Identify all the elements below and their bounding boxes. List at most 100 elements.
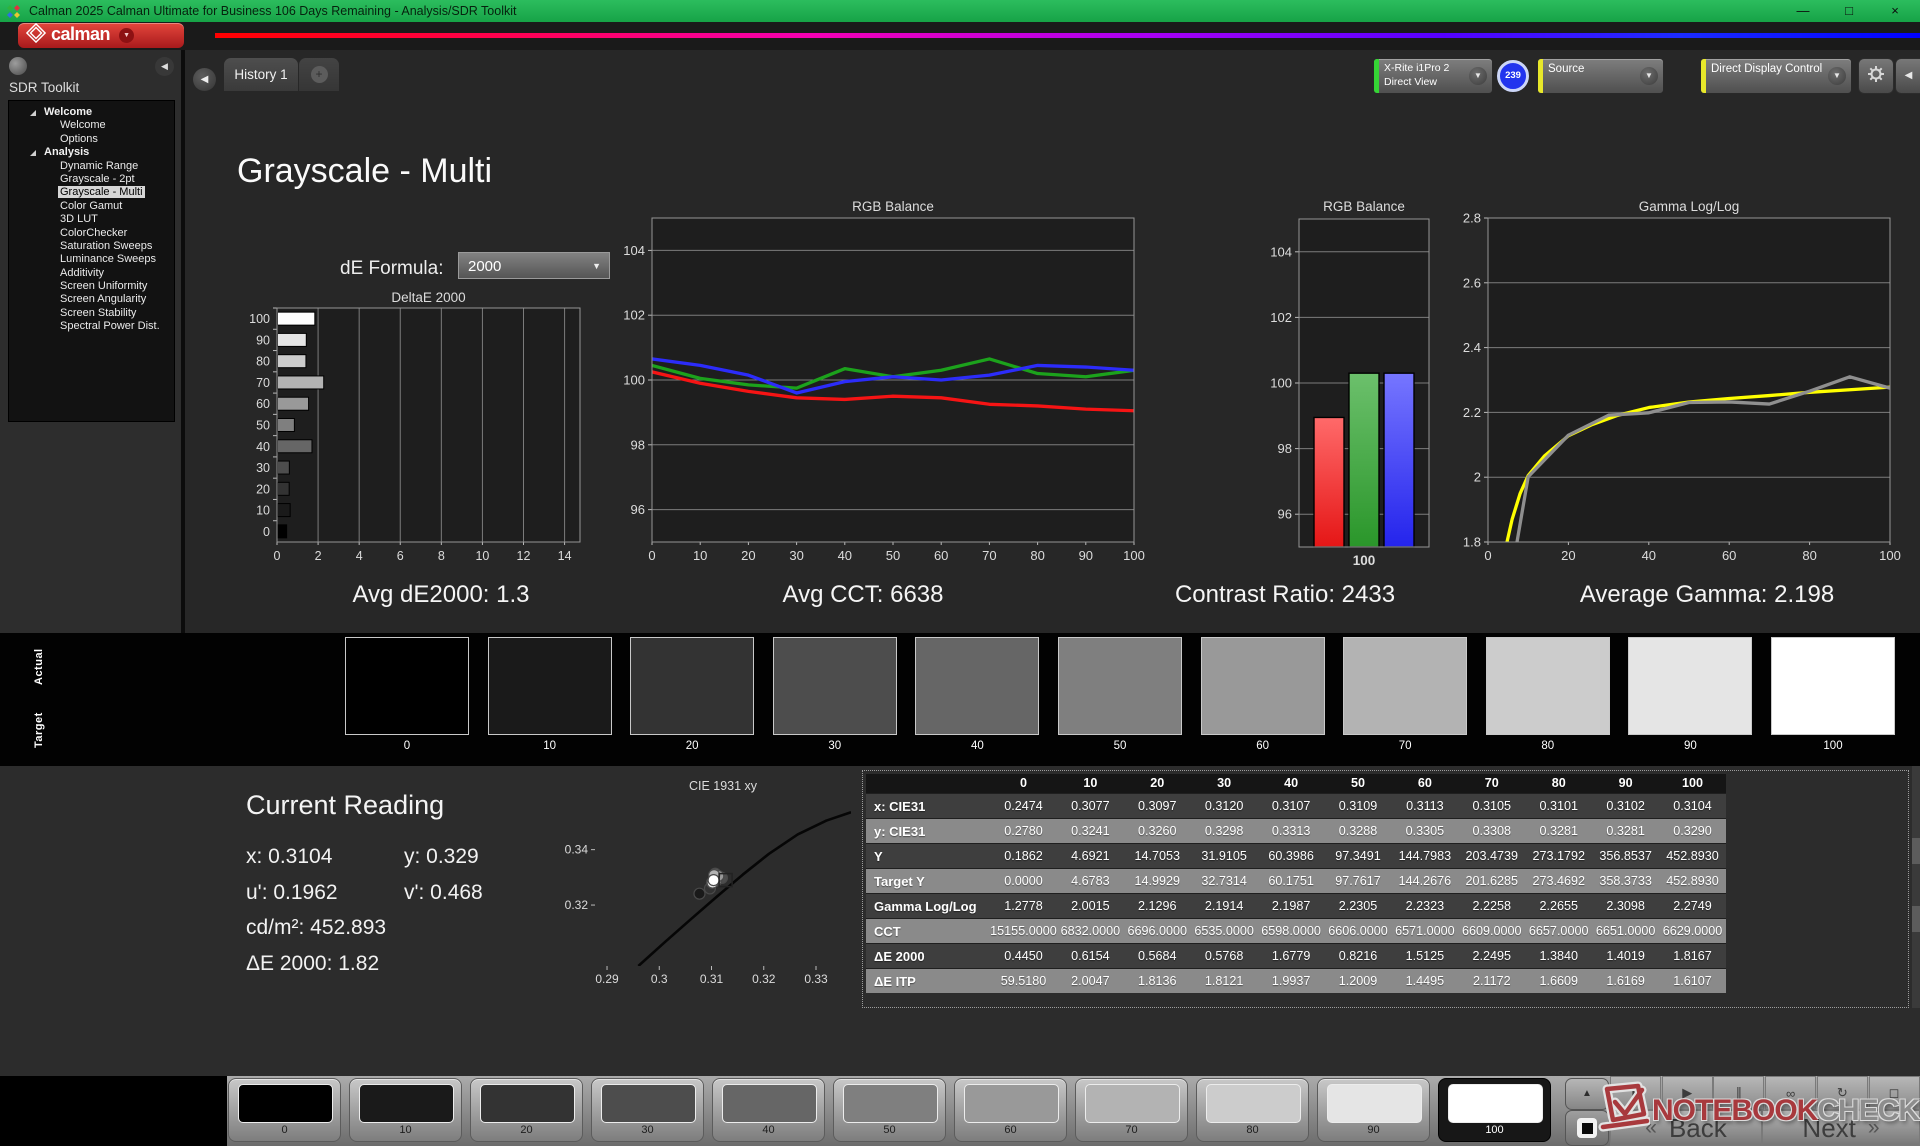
chevron-down-icon[interactable]: ▼ [119, 28, 134, 43]
sidebar-item-grayscale-2pt[interactable]: Grayscale - 2pt [9, 173, 174, 186]
pattern-window-button[interactable] [1565, 1110, 1609, 1146]
sidebar-item-grayscale-multi[interactable]: Grayscale - Multi [9, 186, 174, 199]
grayscale-patch-button-50[interactable]: 50 [833, 1078, 946, 1142]
table-cell: 2.1296 [1124, 894, 1191, 918]
table-cell: 0.2780 [990, 819, 1057, 843]
transport-button-2[interactable]: ∥ [1713, 1076, 1764, 1110]
svg-text:80: 80 [256, 355, 270, 369]
settings-button[interactable] [1858, 58, 1894, 94]
svg-text:0: 0 [648, 548, 655, 563]
transport-button-0[interactable]: ■ [1610, 1076, 1661, 1110]
table-cell: 14.7053 [1124, 844, 1191, 868]
reading-row: cd/m²: 452.893 [246, 916, 483, 952]
table-cell: 0.3113 [1391, 794, 1458, 818]
transport-button-3[interactable]: ∞ [1765, 1076, 1816, 1110]
sidebar-group-analysis[interactable]: Analysis [9, 146, 174, 159]
svg-text:80: 80 [1030, 548, 1044, 563]
patch-label: 50 [834, 1124, 945, 1136]
patch-color [1085, 1084, 1180, 1123]
tab-history[interactable]: History 1 [224, 58, 298, 91]
grayscale-patch-button-0[interactable]: 0 [228, 1078, 341, 1142]
meter-dropdown[interactable]: X-Rite i1Pro 2 Direct View ▼ [1373, 58, 1493, 94]
bottom-bar: ▲ ■▶∥∞↻◻ « Back Next » 010203040 50 60 70 80… [0, 1076, 1920, 1146]
grayscale-patch-button-70[interactable]: 70 [1075, 1078, 1188, 1142]
de-formula-select[interactable]: 2000 ▼ [458, 252, 610, 279]
sidebar-collapse-icon[interactable]: ◀ [155, 57, 174, 76]
close-icon[interactable]: × [1872, 0, 1918, 22]
grayscale-patch-button-100[interactable]: 100 [1438, 1078, 1551, 1142]
svg-text:60: 60 [256, 397, 270, 411]
table-cell: 1.4495 [1391, 969, 1458, 993]
table-cell: 1.6609 [1525, 969, 1592, 993]
sidebar-item-spectral-power-dist[interactable]: Spectral Power Dist. [9, 320, 174, 333]
svg-text:2: 2 [315, 549, 322, 563]
chevron-down-icon: ▼ [1640, 67, 1658, 85]
axis-label-actual: Actual [33, 637, 49, 697]
pattern-up-button[interactable]: ▲ [1565, 1078, 1609, 1110]
grayscale-patch-button-40[interactable]: 40 [712, 1078, 825, 1142]
sidebar-item-screen-stability[interactable]: Screen Stability [9, 307, 174, 320]
brand-bar: calman ▼ [0, 22, 1920, 50]
svg-text:0: 0 [274, 549, 281, 563]
minimize-icon[interactable]: — [1780, 0, 1826, 22]
tab-collapse-icon[interactable]: ◀ [193, 68, 216, 91]
reading-value: x: 0.3104 [246, 845, 404, 869]
grayscale-patch-button-90[interactable]: 90 [1317, 1078, 1430, 1142]
calman-menu-button[interactable]: calman ▼ [18, 23, 184, 48]
sidebar-item-screen-uniformity[interactable]: Screen Uniformity [9, 280, 174, 293]
display-control-dropdown[interactable]: Direct Display Control ▼ [1700, 58, 1852, 94]
add-tab-button[interactable]: + [299, 58, 339, 91]
grayscale-swatch-label: 60 [1201, 740, 1325, 752]
next-button[interactable]: Next » [1762, 1110, 1920, 1146]
sidebar-item-luminance-sweeps[interactable]: Luminance Sweeps [9, 253, 174, 266]
table-row: Y0.18624.692114.705331.910560.398697.349… [866, 843, 1726, 868]
patch-color [722, 1084, 817, 1123]
svg-text:Gamma Log/Log: Gamma Log/Log [1639, 199, 1740, 214]
source-dropdown[interactable]: Source ▼ [1537, 58, 1664, 94]
meter-count-badge: 239 [1497, 60, 1529, 92]
sidebar-item-options[interactable]: Options [9, 133, 174, 146]
panel-collapse-icon[interactable]: ◀ [1895, 58, 1920, 94]
patch-color [480, 1084, 575, 1123]
transport-button-5[interactable]: ◻ [1869, 1076, 1920, 1110]
sidebar-item-welcome[interactable]: Welcome [9, 119, 174, 132]
scrollbar[interactable] [1912, 766, 1920, 1008]
table-cell: 201.6285 [1458, 869, 1525, 893]
source-label: Source [1548, 63, 1584, 75]
chevron-down-icon: ▼ [592, 253, 601, 280]
sidebar-item-dynamic-range[interactable]: Dynamic Range [9, 160, 174, 173]
sidebar-item-3d-lut[interactable]: 3D LUT [9, 213, 174, 226]
grayscale-patch-button-20[interactable]: 20 [470, 1078, 583, 1142]
table-cell: 1.8136 [1124, 969, 1191, 993]
grayscale-patch-button-80[interactable]: 80 [1196, 1078, 1309, 1142]
patch-label: 70 [1076, 1124, 1187, 1136]
sidebar-dot-button[interactable] [9, 57, 27, 75]
table-col-header: 10 [1057, 774, 1124, 793]
grayscale-patch-button-60[interactable]: 60 [954, 1078, 1067, 1142]
sidebar-item-saturation-sweeps[interactable]: Saturation Sweeps [9, 240, 174, 253]
table-cell: 144.7983 [1391, 844, 1458, 868]
transport-buttons: ■▶∥∞↻◻ [1610, 1076, 1920, 1110]
back-button[interactable]: « Back [1610, 1110, 1762, 1146]
maximize-icon[interactable]: □ [1826, 0, 1872, 22]
meter-status-bar [1374, 59, 1379, 93]
patch-label: 80 [1197, 1124, 1308, 1136]
transport-button-1[interactable]: ▶ [1662, 1076, 1713, 1110]
sidebar-item-colorchecker[interactable]: ColorChecker [9, 227, 174, 240]
table-row-label: Gamma Log/Log [866, 894, 990, 918]
grayscale-patch-button-10[interactable]: 10 [349, 1078, 462, 1142]
sidebar-item-additivity[interactable]: Additivity [9, 267, 174, 280]
table-cell: 0.3288 [1325, 819, 1392, 843]
sidebar-item-color-gamut[interactable]: Color Gamut [9, 200, 174, 213]
table-cell: 0.8216 [1325, 944, 1392, 968]
sidebar-group-welcome[interactable]: Welcome [9, 106, 174, 119]
transport-button-4[interactable]: ↻ [1817, 1076, 1868, 1110]
back-label: Back [1669, 1113, 1727, 1144]
summary-stats: Avg dE2000: 1.3Avg CCT: 6638Contrast Rat… [230, 581, 1918, 615]
grayscale-patch-button-30[interactable]: 30 [591, 1078, 704, 1142]
table-col-header: 70 [1458, 774, 1525, 793]
sidebar-item-screen-angularity[interactable]: Screen Angularity [9, 293, 174, 306]
svg-text:40: 40 [256, 440, 270, 454]
table-cell: 1.9937 [1258, 969, 1325, 993]
svg-text:100: 100 [1270, 376, 1292, 391]
